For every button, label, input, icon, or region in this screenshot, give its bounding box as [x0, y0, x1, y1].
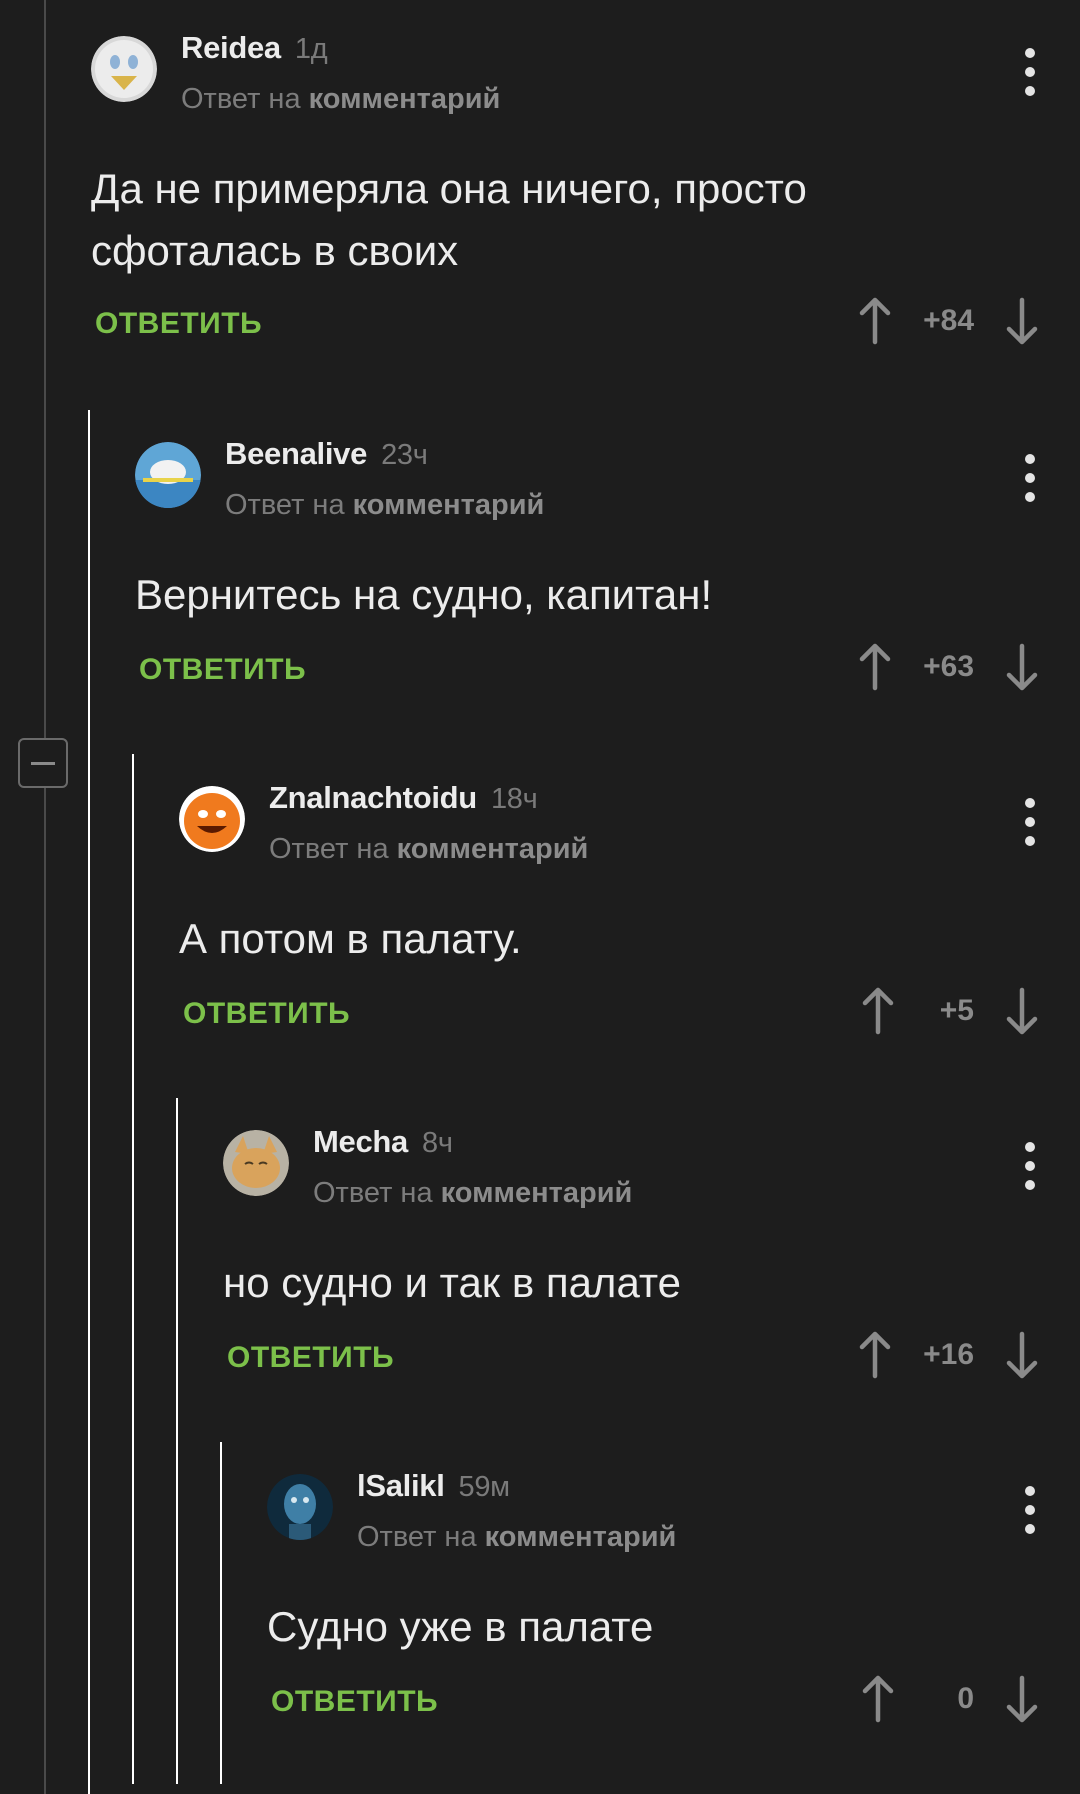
avatar[interactable]: [135, 442, 201, 508]
comment: Beenalive 23ч Ответ на комментарий Вернит…: [135, 436, 1080, 716]
reply-target-link[interactable]: комментарий: [397, 833, 589, 865]
avatar[interactable]: [223, 1130, 289, 1196]
more-vertical-icon[interactable]: [1022, 1142, 1038, 1190]
reply-button[interactable]: ОТВЕТИТЬ: [271, 1685, 438, 1719]
author-name[interactable]: Reidea: [181, 30, 281, 65]
reply-to-line: Ответ на комментарий: [313, 1177, 632, 1210]
arrow-down-icon[interactable]: [1004, 986, 1040, 1036]
reply-button[interactable]: ОТВЕТИТЬ: [139, 653, 306, 687]
comment-text: Да не примеряла она ничего, просто сфота…: [91, 165, 807, 274]
vote-controls: +5: [860, 986, 1040, 1036]
arrow-up-icon[interactable]: [860, 1674, 896, 1724]
comment-time: 8ч: [421, 1127, 453, 1159]
reply-to-line: Ответ на комментарий: [225, 489, 544, 522]
more-vertical-icon[interactable]: [1022, 1486, 1038, 1534]
comment: Znalnachtoidu 18ч Ответ на комментарий А …: [179, 780, 1080, 1060]
comment-time: 1д: [294, 33, 328, 65]
arrow-up-icon[interactable]: [857, 642, 893, 692]
arrow-up-icon[interactable]: [857, 1330, 893, 1380]
arrow-down-icon[interactable]: [1004, 642, 1040, 692]
reply-target-link[interactable]: комментарий: [353, 489, 545, 521]
author-name[interactable]: Mecha: [313, 1124, 408, 1159]
vote-controls: +16: [857, 1330, 1040, 1380]
comment: Mecha 8ч Ответ на комментарий но судно и …: [223, 1124, 1080, 1404]
reply-button[interactable]: ОТВЕТИТЬ: [95, 307, 262, 341]
reply-target-link[interactable]: комментарий: [485, 1521, 677, 1553]
reply-prefix: Ответ на: [269, 833, 389, 865]
thread-line-level-1: [88, 410, 90, 1794]
comment-text: но судно и так в палате: [223, 1259, 682, 1306]
reply-to-line: Ответ на комментарий: [357, 1521, 676, 1554]
vote-controls: +84: [857, 296, 1040, 346]
reply-prefix: Ответ на: [357, 1521, 477, 1553]
reply-prefix: Ответ на: [313, 1177, 433, 1209]
comment-text: А потом в палату.: [179, 915, 522, 962]
reply-to-line: Ответ на комментарий: [181, 83, 500, 116]
comment-score: 0: [957, 1682, 974, 1715]
author-name[interactable]: Beenalive: [225, 436, 367, 471]
comment-score: +63: [923, 650, 974, 683]
avatar[interactable]: [91, 36, 157, 102]
comment-text: Судно уже в палате: [267, 1603, 654, 1650]
vote-controls: +63: [857, 642, 1040, 692]
more-vertical-icon[interactable]: [1022, 48, 1038, 96]
reply-target-link[interactable]: комментарий: [441, 1177, 633, 1209]
comment-score: +16: [923, 1338, 974, 1371]
comment-author[interactable]: Reidea 1д: [181, 30, 328, 66]
comment-author[interactable]: Znalnachtoidu 18ч: [269, 780, 538, 816]
comment-time: 59м: [458, 1471, 511, 1503]
reply-prefix: Ответ на: [225, 489, 345, 521]
comment-time: 23ч: [381, 439, 428, 471]
minus-square-icon: [31, 761, 55, 765]
reply-target-link[interactable]: комментарий: [309, 83, 501, 115]
thread-line-level-2: [132, 754, 134, 1784]
vote-controls: 0: [860, 1674, 1040, 1724]
comment-text: Вернитесь на судно, капитан!: [135, 571, 713, 618]
comment-score: +5: [939, 994, 974, 1027]
author-name[interactable]: lSalikl: [357, 1468, 445, 1503]
comment-author[interactable]: Mecha 8ч: [313, 1124, 453, 1160]
comment: lSalikl 59м Ответ на комментарий Судно уж…: [267, 1468, 1080, 1748]
arrow-up-icon[interactable]: [857, 296, 893, 346]
comment-score: +84: [923, 304, 974, 337]
collapse-thread-button[interactable]: [18, 738, 68, 788]
reply-prefix: Ответ на: [181, 83, 301, 115]
arrow-down-icon[interactable]: [1004, 1674, 1040, 1724]
arrow-up-icon[interactable]: [860, 986, 896, 1036]
comment: Reidea 1д Ответ на комментарий Да не прим…: [91, 30, 1080, 360]
comment-author[interactable]: lSalikl 59м: [357, 1468, 510, 1504]
avatar[interactable]: [267, 1474, 333, 1540]
thread-line-level-3: [176, 1098, 178, 1784]
more-vertical-icon[interactable]: [1022, 454, 1038, 502]
arrow-down-icon[interactable]: [1004, 1330, 1040, 1380]
more-vertical-icon[interactable]: [1022, 798, 1038, 846]
thread-line-level-4: [220, 1442, 222, 1784]
reply-button[interactable]: ОТВЕТИТЬ: [183, 997, 350, 1031]
avatar[interactable]: [179, 786, 245, 852]
reply-button[interactable]: ОТВЕТИТЬ: [227, 1341, 394, 1375]
comment-author[interactable]: Beenalive 23ч: [225, 436, 428, 472]
comment-time: 18ч: [490, 783, 538, 815]
arrow-down-icon[interactable]: [1004, 296, 1040, 346]
author-name[interactable]: Znalnachtoidu: [269, 780, 477, 815]
root-thread-line: [44, 0, 46, 1794]
reply-to-line: Ответ на комментарий: [269, 833, 588, 866]
